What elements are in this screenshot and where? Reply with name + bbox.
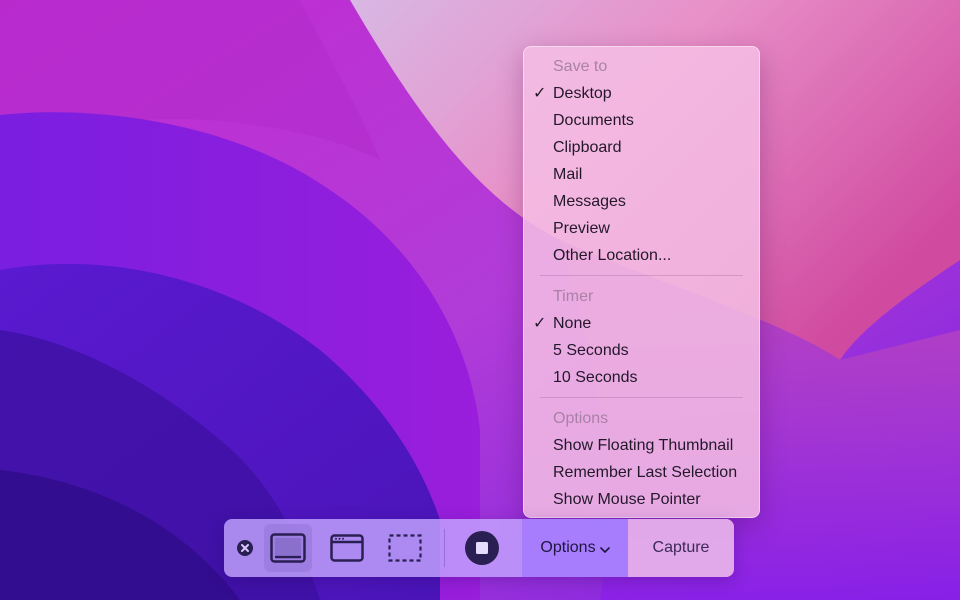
menu-item[interactable]: 5 Seconds: [524, 337, 759, 364]
menu-item[interactable]: Remember Last Selection: [524, 459, 759, 486]
options-button[interactable]: Options: [522, 519, 628, 577]
close-circle-icon: [237, 540, 253, 556]
menu-section-header: Options: [553, 410, 609, 427]
record-screen-button[interactable]: [460, 528, 504, 568]
toolbar-divider: [444, 529, 445, 567]
menu-separator: [540, 275, 743, 276]
checkmark-icon: ✓: [533, 315, 547, 332]
menu-item-label: Remember Last Selection: [553, 464, 738, 481]
chevron-down-icon: [599, 546, 610, 553]
options-button-label: Options: [540, 539, 596, 556]
menu-item-label: Other Location...: [553, 247, 672, 264]
menu-item[interactable]: Show Floating Thumbnail: [524, 432, 759, 459]
checkmark-icon: ✓: [533, 85, 547, 102]
capture-selection-icon: [388, 534, 422, 562]
menu-item-label: Clipboard: [553, 139, 622, 156]
menu-item-label: 5 Seconds: [553, 342, 629, 359]
menu-item-label: Mail: [553, 166, 583, 183]
menu-item[interactable]: Messages: [524, 188, 759, 215]
capture-button-label: Capture: [652, 539, 710, 556]
menu-section-header: Save to: [553, 58, 608, 75]
screenshot-toolbar: Options Capture: [224, 519, 734, 577]
menu-item[interactable]: 10 Seconds: [524, 364, 759, 391]
close-button[interactable]: [236, 539, 254, 557]
menu-item[interactable]: ✓ None: [524, 310, 759, 337]
menu-section-header: Timer: [553, 288, 594, 305]
menu-item[interactable]: Clipboard: [524, 134, 759, 161]
options-menu: Save to ✓ Desktop Documents Clipboard Mail Mes…: [523, 46, 760, 518]
menu-item-label: Preview: [553, 220, 610, 237]
menu-item-label: None: [553, 315, 592, 332]
menu-item[interactable]: ✓ Desktop: [524, 80, 759, 107]
menu-item-label: Messages: [553, 193, 626, 210]
capture-entire-screen-button[interactable]: [264, 524, 312, 572]
capture-entire-screen-icon: [270, 533, 306, 563]
menu-item[interactable]: Documents: [524, 107, 759, 134]
desktop: Save to ✓ Desktop Documents Clipboard Mail Mes…: [0, 0, 960, 600]
menu-item[interactable]: Preview: [524, 215, 759, 242]
capture-button[interactable]: Capture: [628, 519, 734, 577]
menu-item-label: Show Mouse Pointer: [553, 491, 701, 508]
capture-window-button[interactable]: [324, 528, 370, 568]
menu-item[interactable]: Show Mouse Pointer: [524, 486, 759, 513]
record-screen-icon: [465, 531, 499, 565]
capture-window-icon: [330, 534, 364, 562]
menu-item[interactable]: Other Location...: [524, 242, 759, 269]
menu-item-label: Desktop: [553, 85, 612, 102]
menu-item-label: Show Floating Thumbnail: [553, 437, 734, 454]
capture-selection-button[interactable]: [382, 528, 428, 568]
menu-item-label: 10 Seconds: [553, 369, 638, 386]
menu-item-label: Documents: [553, 112, 634, 129]
menu-item[interactable]: Mail: [524, 161, 759, 188]
menu-separator: [540, 397, 743, 398]
wallpaper: [0, 0, 960, 600]
